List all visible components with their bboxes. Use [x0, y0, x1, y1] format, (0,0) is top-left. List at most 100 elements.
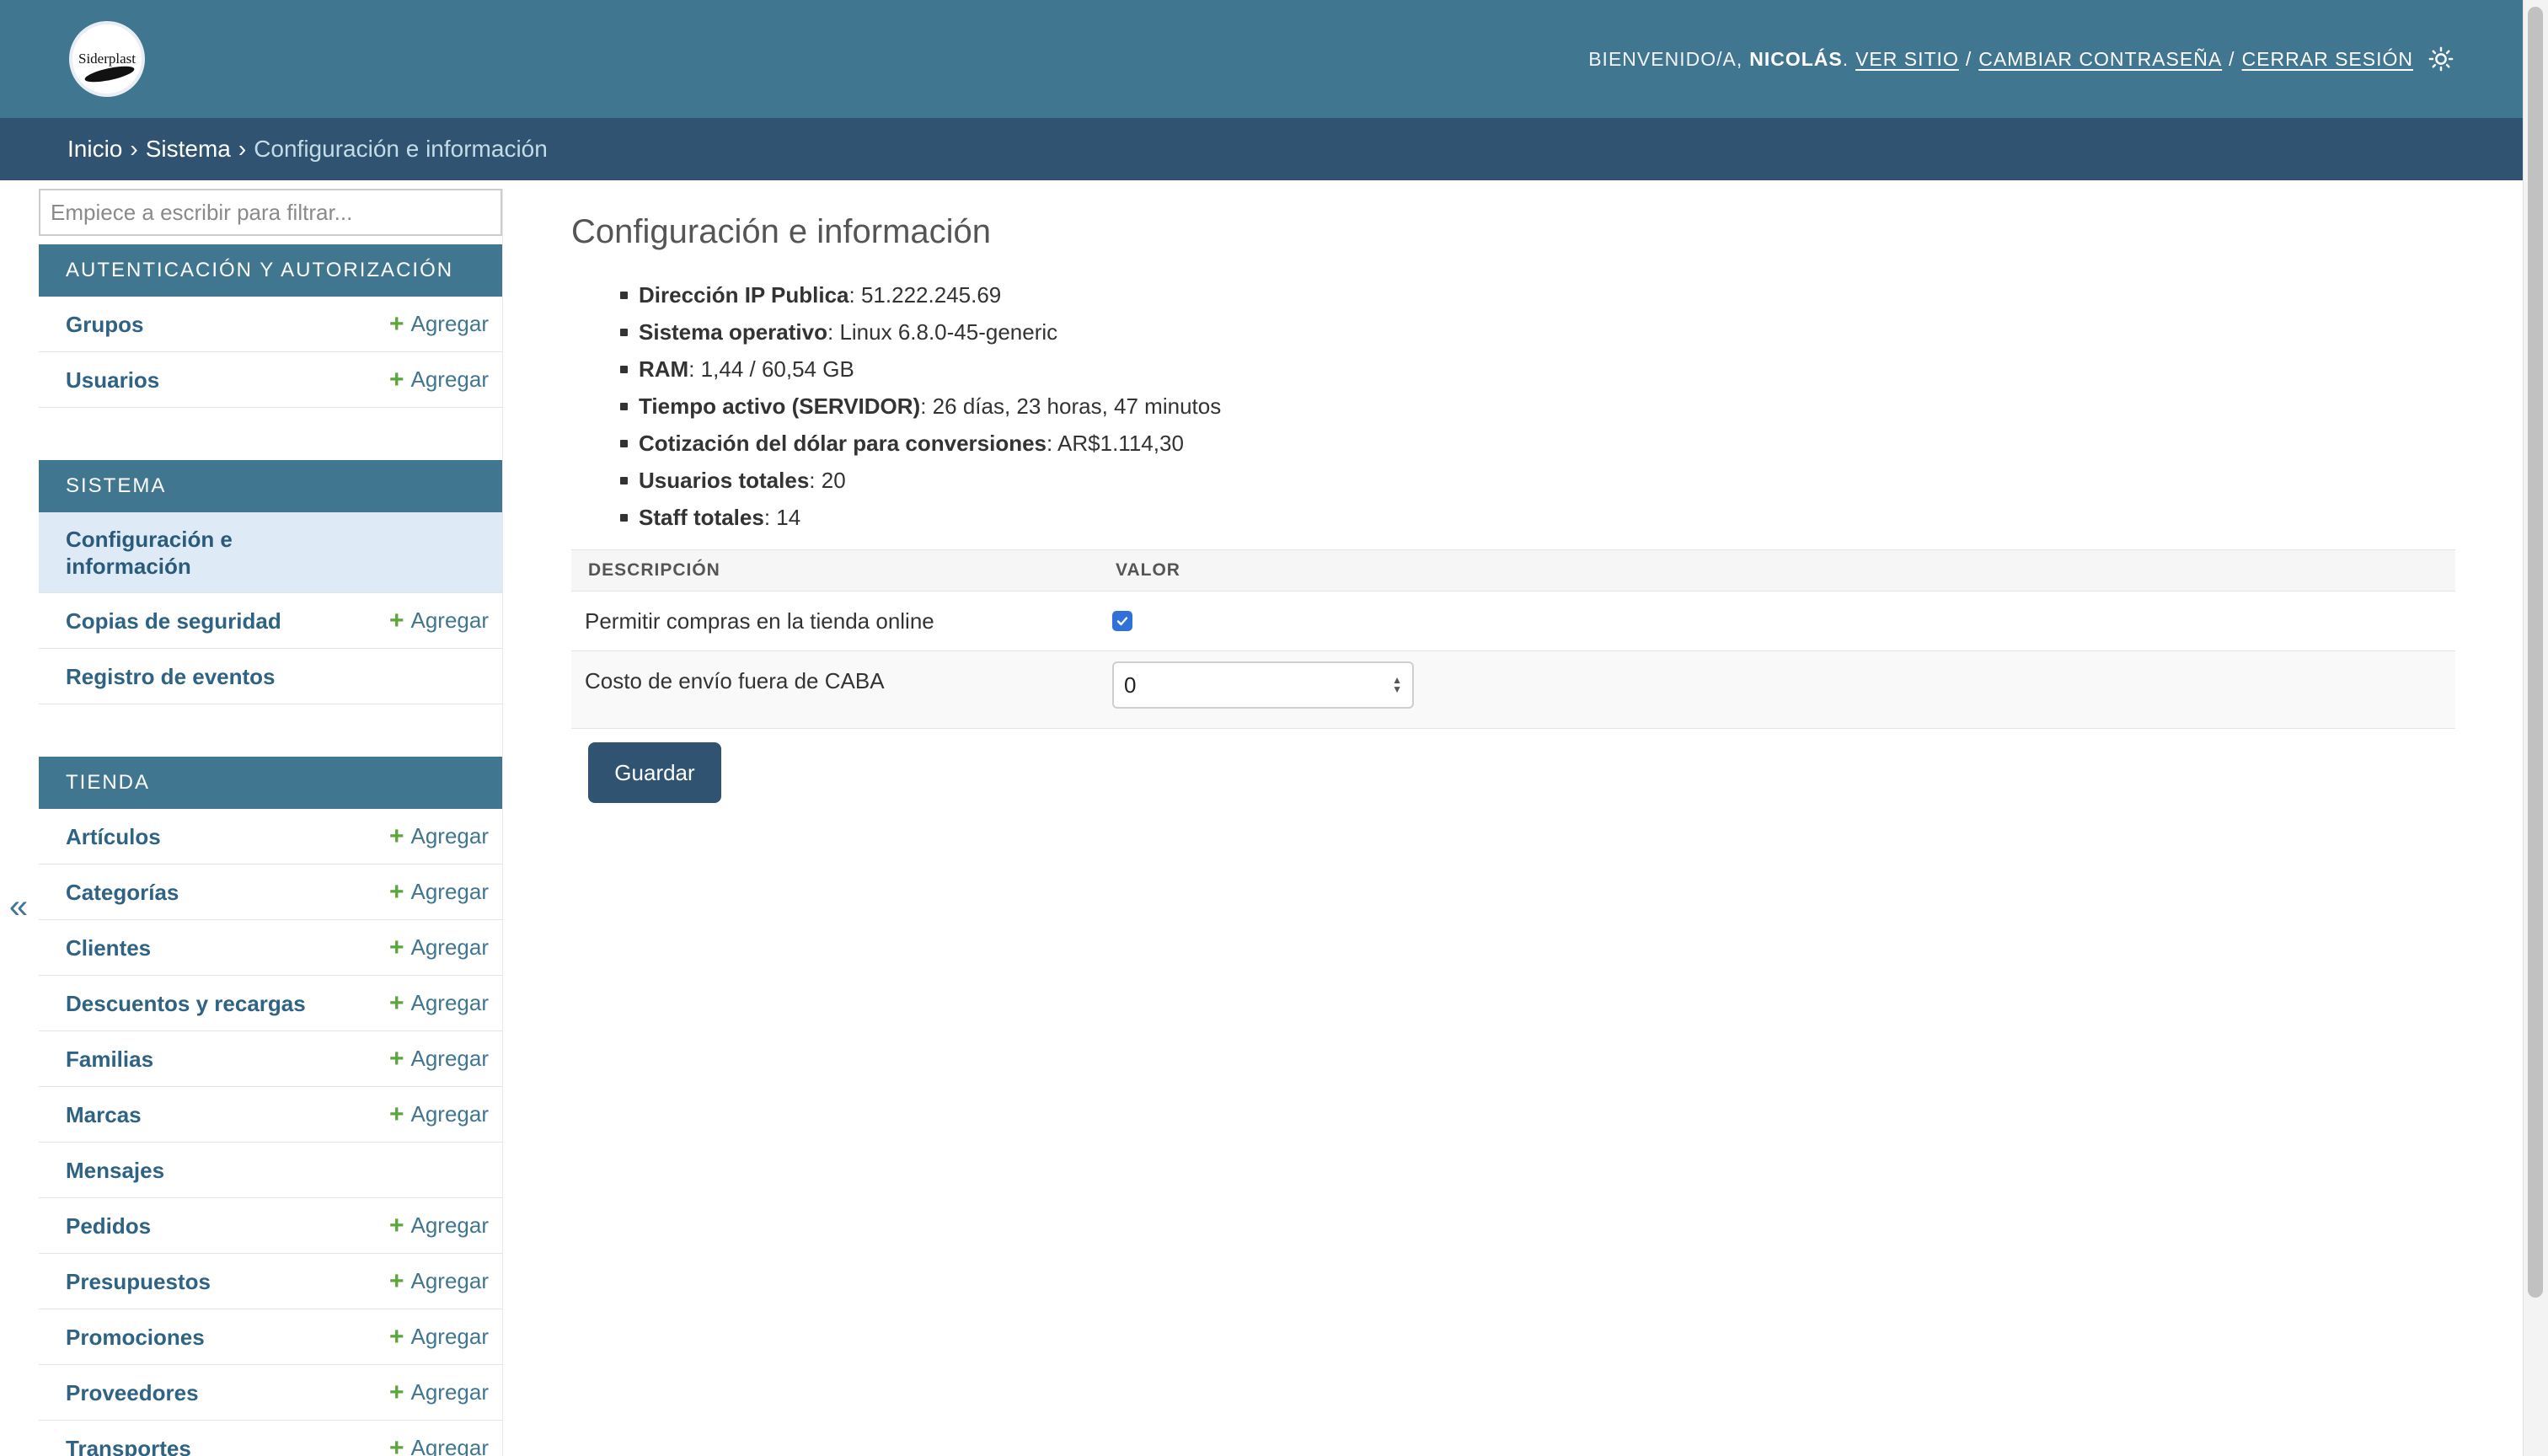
sidebar-module-caption[interactable]: Tienda [39, 757, 502, 809]
save-button[interactable]: Guardar [588, 742, 721, 803]
sidebar-item-link[interactable]: Categorías [66, 879, 179, 906]
info-label: Sistema operativo [639, 319, 827, 345]
table-row: Costo de envío fuera de CABA 0 ▲ ▼ [571, 650, 2455, 729]
welcome-text: Bienvenido/a, [1588, 47, 1743, 70]
sidebar-module-caption[interactable]: Autenticación y autorización [39, 244, 502, 297]
add-link[interactable]: + Agregar [389, 1212, 489, 1240]
sidebar-filter-input[interactable] [39, 189, 502, 236]
sidebar-item-link[interactable]: Descuentos y recargas [66, 990, 306, 1017]
sidebar-item-link[interactable]: Artículos [66, 823, 161, 850]
info-item: Tiempo activo (SERVIDOR): 26 días, 23 ho… [620, 388, 2455, 425]
sidebar-item: Grupos + Agregar [39, 297, 502, 352]
sidebar-modules: Autenticación y autorización Grupos + Agreg… [39, 244, 502, 1456]
info-label: Dirección IP Publica [639, 282, 849, 308]
add-link[interactable]: + Agregar [389, 878, 489, 907]
logout-link[interactable]: Cerrar sesión [2242, 48, 2413, 71]
sidebar-item: Familias + Agregar [39, 1031, 502, 1087]
add-link[interactable]: + Agregar [389, 1323, 489, 1352]
add-link[interactable]: + Agregar [389, 1045, 489, 1073]
add-link[interactable]: + Agregar [389, 822, 489, 851]
setting-label-shipping-cost: Costo de envío fuera de CABA [571, 650, 1099, 729]
info-item: Usuarios totales: 20 [620, 462, 2455, 499]
breadcrumb-section[interactable]: Sistema [146, 136, 231, 163]
sidebar-module: Autenticación y autorización Grupos + Agreg… [39, 244, 502, 408]
change-password-link[interactable]: Cambiar contraseña [1978, 48, 2222, 71]
scrollbar-thumb[interactable] [2528, 7, 2543, 1298]
add-link[interactable]: + Agregar [389, 366, 489, 394]
sidebar-item: Usuarios + Agregar [39, 352, 502, 408]
add-link[interactable]: + Agregar [389, 310, 489, 339]
plus-icon: + [388, 933, 404, 961]
info-label: RAM [639, 356, 689, 382]
add-link[interactable]: + Agregar [389, 1267, 489, 1296]
add-link-label: Agregar [410, 367, 490, 392]
setting-value-cell [1099, 591, 2455, 651]
online-purchases-checkbox[interactable] [1112, 611, 1132, 631]
collapse-sidebar-icon[interactable]: « [0, 880, 37, 934]
column-header-value: VALOR [1099, 549, 2455, 592]
sidebar-item-link[interactable]: Copias de seguridad [66, 608, 281, 634]
add-link[interactable]: + Agregar [389, 1434, 489, 1456]
sidebar-item-link[interactable]: Grupos [66, 311, 143, 338]
sidebar-item: Mensajes [39, 1143, 502, 1198]
sidebar-module-caption[interactable]: Sistema [39, 460, 502, 512]
view-site-link[interactable]: Ver sitio [1855, 48, 1959, 71]
info-value: 1,44 / 60,54 GB [700, 356, 854, 382]
plus-icon: + [388, 1266, 404, 1295]
info-label: Staff totales [639, 505, 764, 530]
add-link[interactable]: + Agregar [389, 934, 489, 962]
sidebar-item-link[interactable]: Familias [66, 1046, 153, 1073]
sidebar-item: Registro de eventos [39, 649, 502, 704]
add-link[interactable]: + Agregar [389, 1378, 489, 1407]
sidebar-item-link[interactable]: Clientes [66, 934, 151, 961]
info-label: Cotización del dólar para conversiones [639, 431, 1047, 456]
sidebar-item: Descuentos y recargas + Agregar [39, 976, 502, 1031]
sidebar-item-link[interactable]: Promociones [66, 1324, 205, 1351]
sidebar-item-link[interactable]: Transportes [66, 1435, 191, 1456]
sidebar-item-link[interactable]: Configuración e información [66, 526, 318, 580]
setting-value-cell: 0 ▲ ▼ [1099, 650, 2455, 729]
sidebar-item: Marcas + Agregar [39, 1087, 502, 1143]
sidebar-item-link[interactable]: Registro de eventos [66, 663, 276, 690]
sidebar-item: Transportes + Agregar [39, 1421, 502, 1456]
add-link-label: Agregar [410, 1101, 490, 1127]
sidebar-item: Proveedores + Agregar [39, 1365, 502, 1421]
main-content: Configuración e información Dirección IP… [571, 189, 2455, 803]
number-spinner[interactable]: ▲ ▼ [1392, 675, 1402, 694]
check-icon [1116, 617, 1128, 626]
sidebar-item: Presupuestos + Agregar [39, 1254, 502, 1309]
add-link[interactable]: + Agregar [389, 989, 489, 1018]
info-item: Cotización del dólar para conversiones: … [620, 425, 2455, 462]
shipping-cost-input[interactable]: 0 ▲ ▼ [1112, 661, 1414, 709]
breadcrumb-home[interactable]: Inicio [67, 136, 122, 163]
sidebar-item: Pedidos + Agregar [39, 1198, 502, 1254]
shipping-cost-value: 0 [1124, 672, 1137, 698]
add-link-label: Agregar [410, 311, 490, 336]
separator: / [1965, 47, 1973, 70]
info-item: RAM: 1,44 / 60,54 GB [620, 351, 2455, 388]
add-link-label: Agregar [410, 990, 490, 1015]
info-label: Usuarios totales [639, 468, 810, 493]
add-link[interactable]: + Agregar [389, 607, 489, 635]
sidebar-item-link[interactable]: Presupuestos [66, 1268, 211, 1295]
plus-icon: + [388, 1211, 404, 1239]
sidebar-item-link[interactable]: Marcas [66, 1101, 142, 1128]
plus-icon: + [388, 1044, 404, 1073]
sidebar-item-link[interactable]: Usuarios [66, 367, 159, 393]
info-value: 26 días, 23 horas, 47 minutos [932, 393, 1222, 419]
user-tools: Bienvenido/a, Nicolás . Ver sitio / Camb… [1588, 46, 2454, 72]
sidebar-item-link[interactable]: Mensajes [66, 1157, 164, 1184]
add-link-label: Agregar [410, 823, 490, 848]
info-item: Sistema operativo: Linux 6.8.0-45-generi… [620, 313, 2455, 351]
sidebar-item-link[interactable]: Pedidos [66, 1212, 151, 1239]
add-link-label: Agregar [410, 1379, 490, 1405]
breadcrumb-separator: › [130, 136, 138, 162]
sidebar-item: Configuración e información [39, 512, 502, 593]
sidebar-item-link[interactable]: Proveedores [66, 1379, 199, 1406]
spinner-down-icon[interactable]: ▼ [1392, 684, 1402, 694]
info-colon: : [920, 393, 933, 419]
sidebar-item: Categorías + Agregar [39, 864, 502, 920]
add-link[interactable]: + Agregar [389, 1100, 489, 1129]
sun-icon[interactable] [2428, 46, 2454, 72]
site-logo[interactable]: Siderplast [69, 21, 145, 97]
